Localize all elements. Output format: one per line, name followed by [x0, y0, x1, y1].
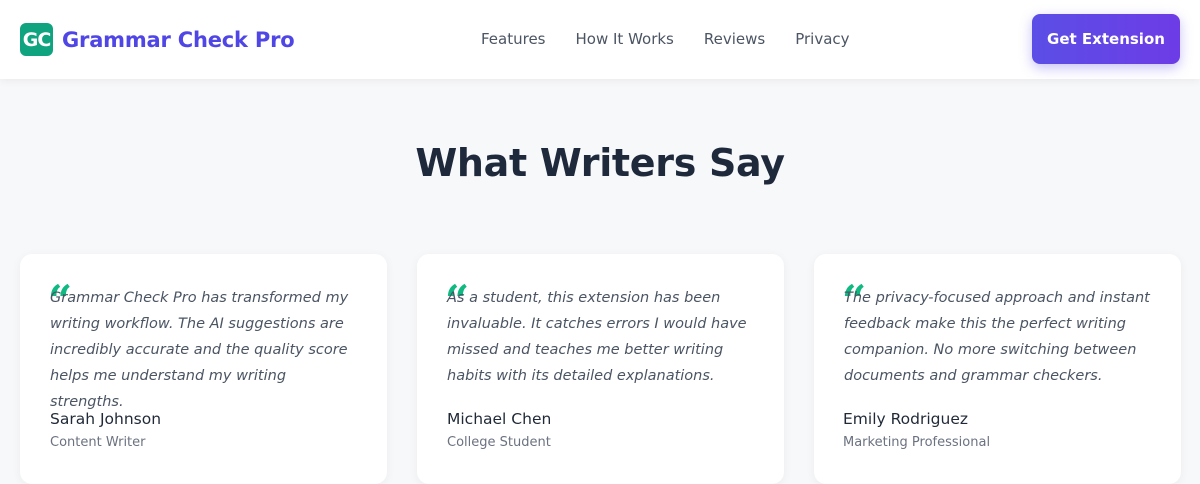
testimonial-quote: The privacy-focused approach and instant… — [844, 290, 1150, 384]
testimonial-role: College Student — [447, 435, 551, 450]
nav-link-privacy[interactable]: Privacy — [795, 28, 849, 50]
testimonial-author: Emily Rodriguez — [843, 410, 969, 428]
testimonial-role: Marketing Professional — [843, 435, 991, 450]
site-header: GC Grammar Check Pro Features How It Wor… — [0, 0, 1200, 79]
testimonial-quote: As a student, this extension has been in… — [447, 290, 747, 384]
nav-link-how-it-works[interactable]: How It Works — [576, 28, 674, 50]
logo-badge: GC — [20, 23, 53, 56]
get-extension-button[interactable]: Get Extension — [1032, 14, 1180, 64]
testimonial-author: Michael Chen — [447, 410, 552, 428]
testimonial-author: Sarah Johnson — [50, 410, 162, 428]
logo-text: Grammar Check Pro — [62, 27, 295, 52]
testimonial-role: Content Writer — [50, 435, 146, 450]
nav-link-features[interactable]: Features — [481, 28, 546, 50]
nav-link-reviews[interactable]: Reviews — [704, 28, 765, 50]
testimonial-quote: Grammar Check Pro has transformed my wri… — [50, 290, 349, 410]
section-title: What Writers Say — [415, 141, 785, 185]
logo[interactable]: GC Grammar Check Pro — [20, 23, 295, 56]
main-nav: Features How It Works Reviews Privacy — [481, 28, 850, 50]
